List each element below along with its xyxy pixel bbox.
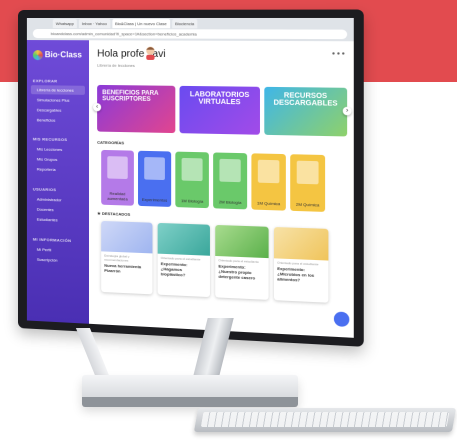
featured-title: Nueva herramienta Pizarrón bbox=[104, 262, 142, 274]
category-label: 2M Química bbox=[295, 201, 320, 208]
main-content: Hola profe Javi Librería de lecciones ● … bbox=[89, 40, 354, 338]
stand-base-front bbox=[82, 397, 298, 407]
category-label: Realidad aumentada bbox=[107, 190, 128, 202]
category-label: 1M Química bbox=[257, 200, 281, 207]
category-card[interactable]: Realidad aumentada bbox=[101, 149, 134, 206]
category-label: Experimentos bbox=[141, 196, 168, 203]
featured-meta: Estrategia global y recomendaciones bbox=[104, 253, 130, 263]
sidebar-section-title: USUARIOS bbox=[32, 186, 57, 193]
category-card[interactable]: 1M Biología bbox=[175, 151, 209, 209]
screen: Whatsapp Inbox · Yahoo Bio&Class | Un nu… bbox=[26, 17, 354, 338]
featured-card[interactable]: Estrategia global y recomendaciones Nueva… bbox=[101, 220, 153, 295]
featured-heading-text: DESTACADOS bbox=[101, 210, 131, 217]
featured-card[interactable]: Orientado para el estudiante Experimento:… bbox=[215, 224, 269, 300]
browser-tab[interactable]: Biociencia bbox=[171, 19, 198, 29]
featured-card[interactable]: Orientado para el estudiante Experimento:… bbox=[273, 226, 329, 303]
sidebar: Bio·Class EXPLORAR Librería de lecciones… bbox=[26, 40, 90, 324]
category-card[interactable]: 2M Biología bbox=[213, 152, 248, 210]
categories-row: Realidad aumentada Experimentos 1M Biolo… bbox=[101, 149, 347, 213]
featured-card[interactable]: Orientado para el estudiante Experimento:… bbox=[157, 222, 210, 298]
page-subtitle: Librería de lecciones bbox=[97, 62, 135, 69]
sidebar-item-estudiantes[interactable]: Estudiantes bbox=[31, 214, 85, 225]
monitor-bezel: Whatsapp Inbox · Yahoo Bio&Class | Un nu… bbox=[18, 9, 364, 347]
chat-icon[interactable] bbox=[333, 311, 350, 328]
banner-recursos[interactable]: RECURSOS DESCARGABLES bbox=[264, 86, 348, 137]
category-card[interactable]: 1M Química bbox=[251, 153, 286, 211]
category-label: 2M Biología bbox=[218, 199, 242, 206]
featured-heading: ★ DESTACADOS bbox=[97, 211, 130, 217]
featured-title: Experimento: ¿Hagamos bioplástico? bbox=[160, 260, 188, 278]
category-label: 1M Biología bbox=[181, 198, 204, 204]
featured-image bbox=[157, 222, 210, 256]
featured-image bbox=[273, 226, 329, 261]
avatar[interactable] bbox=[144, 46, 156, 60]
categories-heading: CATEGORÍAS bbox=[97, 139, 125, 146]
category-icon bbox=[257, 159, 280, 184]
sidebar-item-mis-lecciones[interactable]: Mis Lecciones bbox=[31, 144, 85, 154]
sidebar-item-beneficios[interactable]: Beneficios bbox=[31, 115, 85, 125]
browser-tab-active[interactable]: Bio&Class | Un nuevo Clase bbox=[111, 19, 170, 29]
logo[interactable]: Bio·Class bbox=[32, 50, 82, 61]
sidebar-section-title: MIS RECURSOS bbox=[32, 136, 68, 143]
logo-icon bbox=[32, 50, 43, 61]
browser-tab[interactable]: Whatsapp bbox=[52, 19, 77, 29]
sidebar-item-simulaciones[interactable]: Simulaciones Plus bbox=[31, 95, 85, 105]
banner-beneficios[interactable]: BENEFICIOS PARA SUSCRIPTORES bbox=[97, 84, 176, 134]
sidebar-item-libreria[interactable]: Librería de lecciones bbox=[30, 85, 85, 95]
featured-title: Experimento: ¿Microbios en los alimentos… bbox=[277, 265, 315, 283]
banner-laboratorios[interactable]: LABORATORIOS VIRTUALES bbox=[179, 85, 260, 135]
sidebar-item-docentes[interactable]: Docentes bbox=[31, 204, 85, 215]
category-icon bbox=[219, 158, 241, 183]
sidebar-item-reporteria[interactable]: Reportería bbox=[31, 164, 85, 174]
monitor: Whatsapp Inbox · Yahoo Bio&Class | Un nu… bbox=[0, 0, 457, 442]
featured-image bbox=[215, 224, 269, 259]
toolbar-icons: ● ● ● bbox=[332, 51, 345, 57]
sidebar-item-mis-grupos[interactable]: Mis Grupos bbox=[31, 154, 85, 164]
keyboard bbox=[193, 408, 457, 432]
category-card[interactable]: 2M Química bbox=[290, 154, 326, 212]
carousel-next-icon[interactable]: › bbox=[342, 106, 352, 116]
sidebar-section-title: MI INFORMACIÓN bbox=[32, 236, 72, 244]
browser-chrome: Whatsapp Inbox · Yahoo Bio&Class | Un nu… bbox=[26, 17, 354, 42]
keyboard-keys bbox=[200, 412, 450, 427]
sidebar-section-title: EXPLORAR bbox=[32, 78, 58, 84]
sidebar-item-descargables[interactable]: Descargables bbox=[31, 105, 85, 115]
sidebar-item-suscripcion[interactable]: Suscripción bbox=[31, 255, 85, 266]
category-icon bbox=[144, 157, 165, 181]
featured-image bbox=[101, 220, 153, 254]
browser-tab[interactable]: Inbox · Yahoo bbox=[78, 19, 110, 29]
category-icon bbox=[107, 156, 128, 180]
category-icon bbox=[181, 157, 203, 182]
category-icon bbox=[296, 160, 319, 185]
address-bar[interactable]: bioandclass.com/admin_comunidad?ll_space… bbox=[32, 29, 348, 40]
featured-title: Experimento: ¿Nuestro propio detergente … bbox=[218, 263, 256, 281]
carousel-prev-icon[interactable]: ‹ bbox=[93, 103, 102, 112]
bell-icon[interactable]: ● ● ● bbox=[332, 51, 345, 57]
browser-tabs: Whatsapp Inbox · Yahoo Bio&Class | Un nu… bbox=[27, 18, 354, 29]
category-card[interactable]: Experimentos bbox=[138, 150, 172, 207]
featured-row: Estrategia global y recomendaciones Nueva… bbox=[101, 220, 347, 304]
sidebar-item-administrador[interactable]: Administrador bbox=[31, 194, 85, 205]
banner-carousel: BENEFICIOS PARA SUSCRIPTORES LABORATORIO… bbox=[97, 84, 348, 137]
logo-text: Bio·Class bbox=[44, 50, 82, 60]
